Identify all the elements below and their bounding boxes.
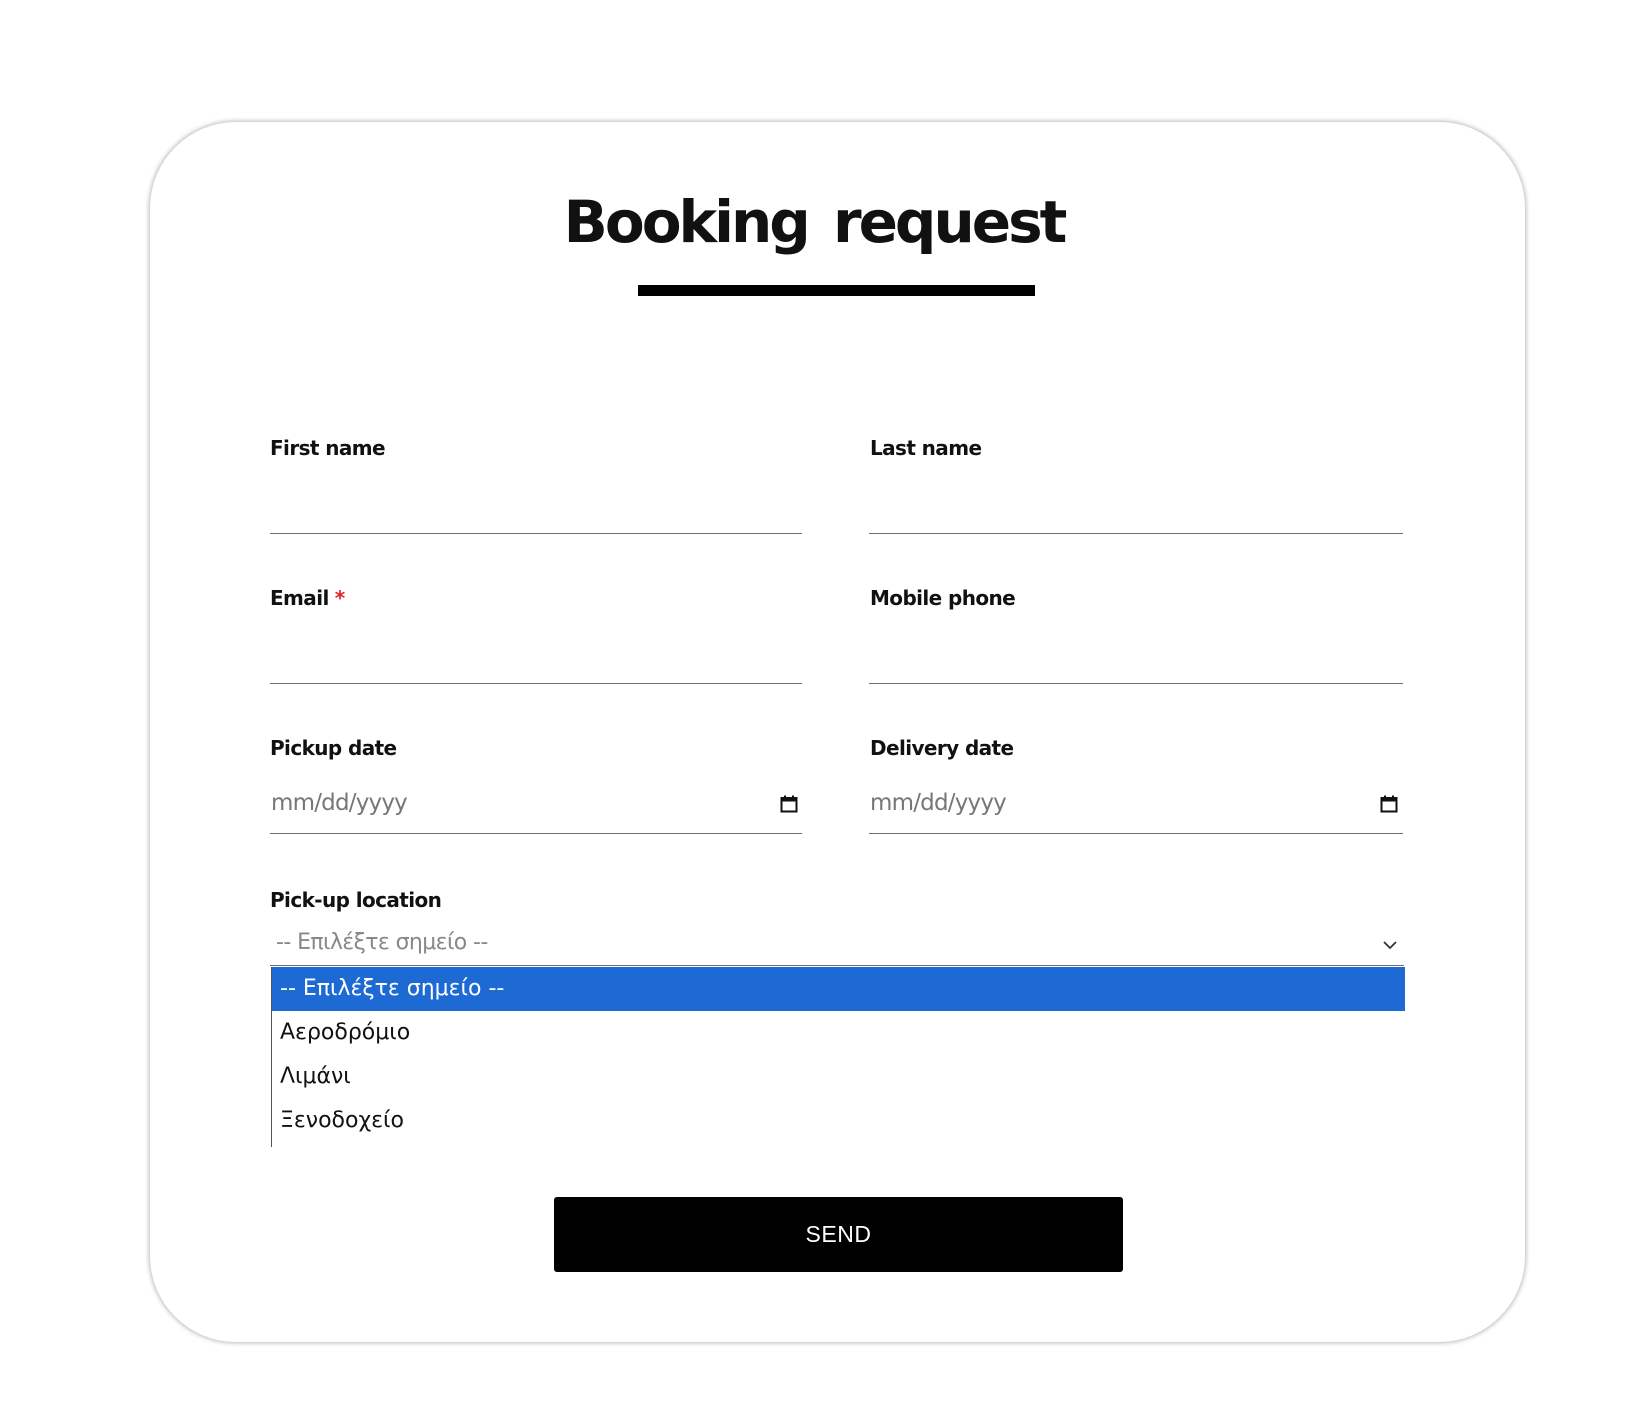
email-label: Email *	[270, 584, 345, 612]
page-title: Booking request	[563, 188, 1068, 256]
dropdown-option[interactable]: Ξενοδοχείο	[272, 1099, 1405, 1143]
pickup-date-label: Pickup date	[270, 736, 397, 760]
send-button[interactable]: SEND	[554, 1197, 1123, 1272]
booking-form-card	[150, 122, 1525, 1342]
pickup-location-label: Pick-up location	[270, 888, 442, 912]
chevron-down-icon[interactable]	[1382, 939, 1398, 951]
delivery-date-placeholder: mm/dd/yyyy	[870, 790, 1007, 816]
dropdown-option[interactable]: -- Επιλέξτε σημείο --	[272, 967, 1405, 1011]
pickup-date-field[interactable]: mm/dd/yyyy	[270, 782, 802, 834]
last-name-label: Last name	[870, 436, 982, 460]
mobile-phone-label: Mobile phone	[870, 586, 1016, 610]
email-input[interactable]	[270, 632, 802, 683]
mobile-phone-input[interactable]	[869, 632, 1403, 683]
calendar-icon[interactable]	[1380, 795, 1398, 813]
dropdown-option[interactable]: Λιμάνι	[272, 1055, 1405, 1099]
calendar-icon[interactable]	[780, 795, 798, 813]
email-field[interactable]	[270, 632, 802, 684]
delivery-date-field[interactable]: mm/dd/yyyy	[869, 782, 1403, 834]
title-underline	[638, 285, 1035, 296]
delivery-date-label: Delivery date	[870, 736, 1014, 760]
dropdown-option[interactable]: Αεροδρόμιο	[272, 1011, 1405, 1055]
required-marker: *	[334, 586, 345, 610]
mobile-phone-field[interactable]	[869, 632, 1403, 684]
last-name-field[interactable]	[869, 482, 1403, 534]
pickup-location-select[interactable]: -- Επιλέξτε σημείο --	[270, 930, 1404, 966]
first-name-field[interactable]	[270, 482, 802, 534]
first-name-input[interactable]	[270, 482, 802, 533]
pickup-location-selected-value: -- Επιλέξτε σημείο --	[276, 930, 488, 955]
pickup-location-dropdown: -- Επιλέξτε σημείο -- Αεροδρόμιο Λιμάνι …	[271, 967, 1406, 1147]
last-name-input[interactable]	[869, 482, 1403, 533]
email-label-text: Email	[270, 586, 329, 610]
first-name-label: First name	[270, 436, 386, 460]
pickup-date-placeholder: mm/dd/yyyy	[271, 790, 408, 816]
